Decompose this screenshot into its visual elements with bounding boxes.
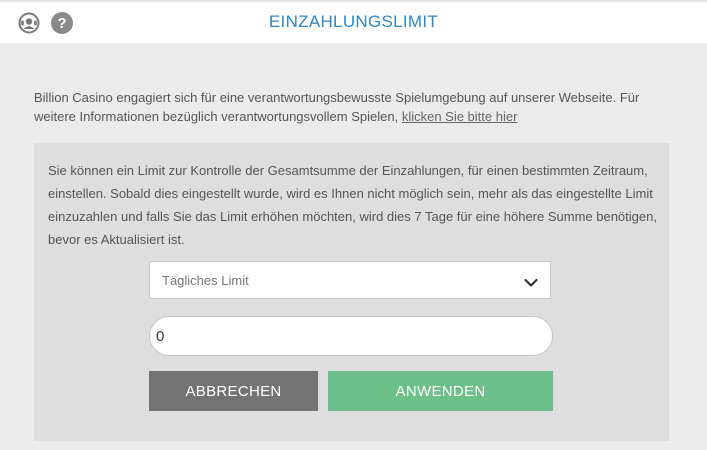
intro-sentence: Billion Casino engagiert sich für eine v… bbox=[34, 90, 640, 124]
limit-period-select[interactable]: Tägliches Limit bbox=[149, 261, 551, 299]
intro-text: Billion Casino engagiert sich für eine v… bbox=[34, 88, 684, 126]
responsible-gaming-link[interactable]: klicken Sie bitte hier bbox=[402, 109, 518, 124]
limit-period-value: Tägliches Limit bbox=[162, 273, 249, 288]
page-title: EINZAHLUNGSLIMIT bbox=[268, 12, 439, 31]
apply-button[interactable]: ANWENDEN bbox=[328, 371, 553, 411]
header-bar: ? EINZAHLUNGSLIMIT bbox=[0, 0, 707, 43]
deposit-limit-panel: Sie können ein Limit zur Kontrolle der G… bbox=[34, 143, 669, 441]
limit-amount-input[interactable] bbox=[149, 316, 553, 356]
limit-description: Sie können ein Limit zur Kontrolle der G… bbox=[48, 163, 657, 247]
cancel-button[interactable]: ABBRECHEN bbox=[149, 371, 318, 411]
chevron-down-icon bbox=[524, 275, 538, 287]
